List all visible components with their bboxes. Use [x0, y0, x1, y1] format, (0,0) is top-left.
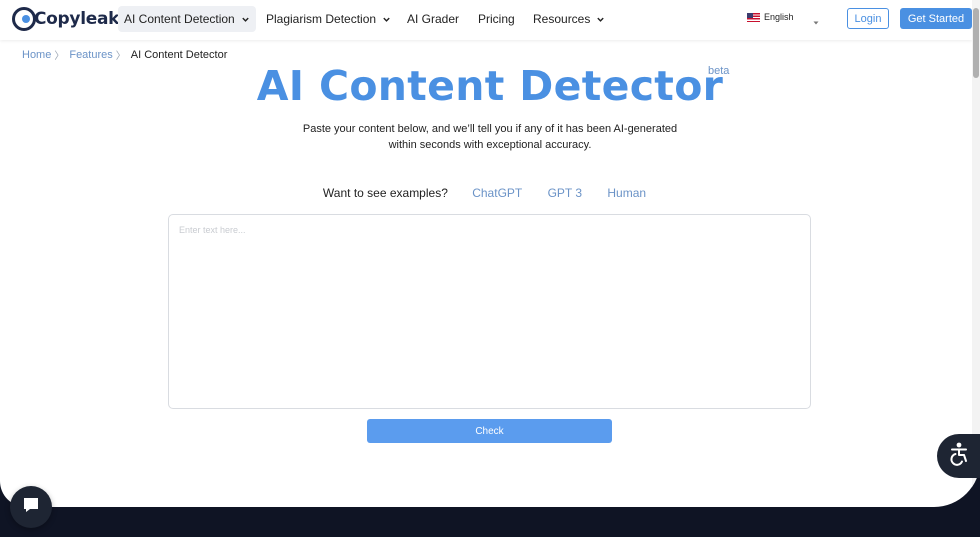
breadcrumb-home[interactable]: Home	[22, 49, 51, 61]
subtitle-line: Paste your content below, and we’ll tell…	[302, 123, 678, 135]
check-button[interactable]: Check	[367, 419, 612, 443]
page-title: AI Content Detector	[256, 62, 724, 110]
get-started-button[interactable]: Get Started	[900, 8, 972, 29]
nav-pricing[interactable]: Pricing	[478, 6, 515, 32]
example-chatgpt-link[interactable]: ChatGPT	[472, 186, 522, 200]
logo-text: Copyleaks	[34, 9, 129, 29]
page-subtitle: Paste your content below, and we’ll tell…	[290, 121, 690, 153]
accessibility-button[interactable]	[937, 434, 980, 478]
language-label: English	[764, 12, 794, 22]
chevron-down-icon	[596, 15, 605, 24]
chevron-down-icon	[241, 15, 250, 24]
nav-item-label: Pricing	[478, 12, 515, 26]
examples-label: Want to see examples?	[322, 186, 448, 200]
nav-resources[interactable]: Resources	[533, 6, 605, 32]
scrollbar-thumb[interactable]	[973, 8, 979, 78]
copyleaks-logo[interactable]: Copyleaks	[12, 6, 129, 32]
breadcrumb-separator: 〉	[54, 51, 65, 62]
nav-plagiarism-detection[interactable]: Plagiarism Detection	[266, 6, 391, 32]
nav-ai-grader[interactable]: AI Grader	[407, 6, 459, 32]
logo-icon	[12, 7, 36, 31]
language-selector[interactable]: English	[747, 12, 794, 22]
site-header: Copyleaks AI Content Detection Plagiaris…	[0, 0, 972, 40]
nav-item-label: Plagiarism Detection	[266, 12, 377, 26]
breadcrumb: Home 〉 Features 〉 AI Content Detector	[22, 47, 228, 63]
scrollbar[interactable]	[972, 0, 980, 507]
nav-item-label: AI Content Detection	[124, 12, 235, 26]
breadcrumb-features[interactable]: Features	[69, 49, 112, 61]
chat-button[interactable]	[10, 486, 52, 528]
login-button[interactable]: Login	[847, 8, 889, 29]
nav-item-label: AI Grader	[407, 12, 460, 26]
nav-item-label: Resources	[533, 12, 591, 26]
beta-badge: beta	[708, 65, 730, 77]
breadcrumb-separator: 〉	[115, 51, 126, 62]
subtitle-line: within seconds with exceptional accuracy…	[388, 139, 592, 151]
examples-row: Want to see examples? ChatGPT GPT 3 Huma…	[0, 186, 980, 200]
chevron-down-icon	[382, 15, 391, 24]
nav-ai-content-detection[interactable]: AI Content Detection	[118, 6, 256, 32]
accessibility-icon	[946, 441, 972, 472]
content-input[interactable]	[168, 214, 811, 409]
page: Copyleaks AI Content Detection Plagiaris…	[0, 0, 980, 507]
breadcrumb-current: AI Content Detector	[130, 48, 228, 61]
example-gpt3-link[interactable]: GPT 3	[548, 186, 582, 200]
caret-down-icon[interactable]	[812, 14, 820, 25]
us-flag-icon	[747, 12, 760, 22]
chat-icon	[21, 495, 41, 520]
example-human-link[interactable]: Human	[607, 186, 646, 200]
